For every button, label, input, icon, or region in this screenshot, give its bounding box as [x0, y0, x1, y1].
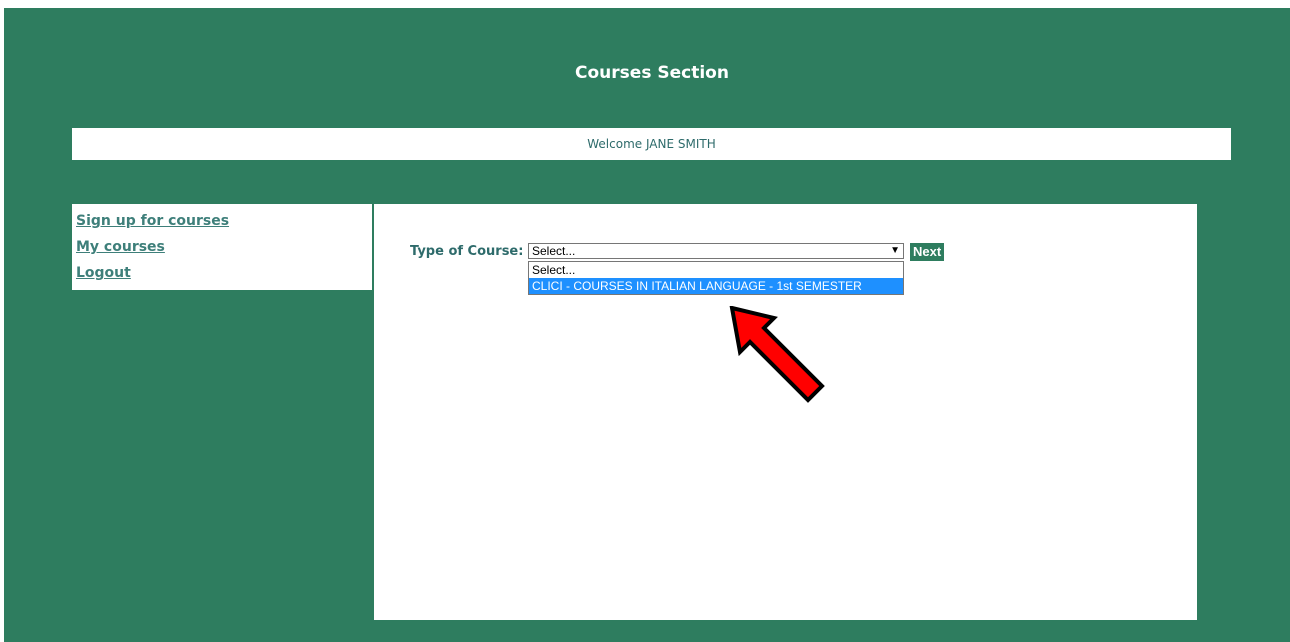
- course-type-select[interactable]: Select... ▼: [528, 243, 904, 259]
- sidebar: Sign up for courses My courses Logout: [72, 204, 372, 290]
- sidebar-item-logout[interactable]: Logout: [76, 260, 372, 286]
- sidebar-item-my-courses[interactable]: My courses: [76, 234, 372, 260]
- red-arrow-icon: [729, 306, 825, 403]
- next-button[interactable]: Next: [910, 243, 945, 261]
- main-panel: Type of Course: Select... ▼ Next Select.…: [374, 204, 1197, 620]
- chevron-down-icon[interactable]: ▼: [890, 244, 900, 258]
- dropdown-option-select[interactable]: Select...: [529, 262, 903, 278]
- welcome-bar: Welcome JANE SMITH: [72, 128, 1231, 160]
- page-title: Courses Section: [575, 63, 729, 83]
- course-type-label: Type of Course:: [410, 244, 524, 259]
- course-type-dropdown: Select... CLICI - COURSES IN ITALIAN LAN…: [528, 261, 904, 295]
- sidebar-item-sign-up[interactable]: Sign up for courses: [76, 208, 372, 234]
- select-value: Select...: [532, 244, 576, 258]
- dropdown-option-clici[interactable]: CLICI - COURSES IN ITALIAN LANGUAGE - 1s…: [529, 278, 903, 294]
- page-background: Courses Section Welcome JANE SMITH Sign …: [4, 8, 1290, 642]
- welcome-text: Welcome JANE SMITH: [587, 137, 716, 151]
